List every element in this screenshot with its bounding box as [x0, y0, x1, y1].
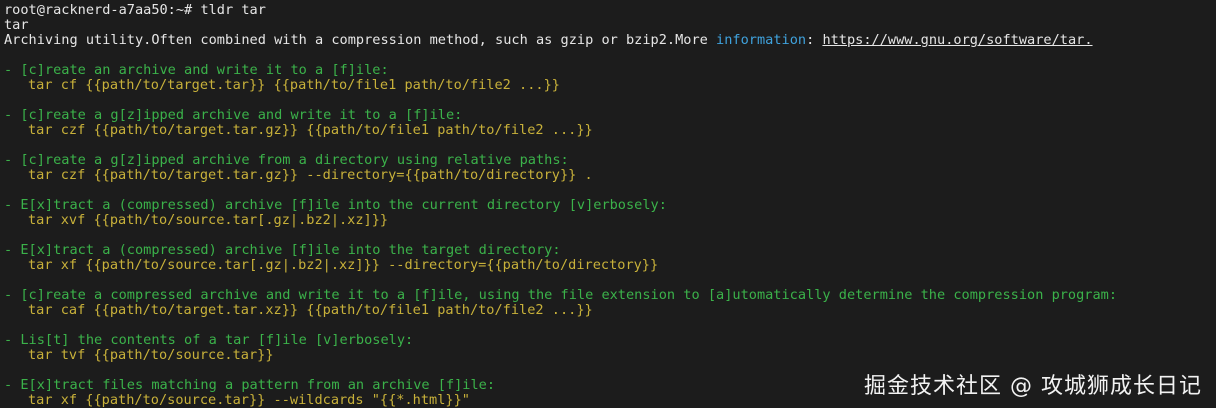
- example-description: - [c]reate a g[z]ipped archive from a di…: [4, 152, 569, 168]
- info-colon: :: [806, 32, 823, 48]
- page-description: Archiving utility.Often combined with a …: [4, 33, 1093, 48]
- example-command: tar czf {{path/to/target.tar.gz}} {{path…: [28, 122, 593, 138]
- example-description: - E[x]tract a (compressed) archive [f]il…: [4, 242, 561, 258]
- example-description: - E[x]tract a (compressed) archive [f]il…: [4, 197, 667, 213]
- example-description: - [c]reate a g[z]ipped archive and write…: [4, 107, 463, 123]
- shell-prompt: root@racknerd-a7aa50:~#: [4, 2, 193, 18]
- example-command: tar xf {{path/to/source.tar[.gz|.bz2|.xz…: [28, 257, 659, 273]
- example-command: tar xvf {{path/to/source.tar[.gz|.bz2|.x…: [28, 212, 389, 228]
- watermark: 掘金技术社区 @ 攻城狮成长日记: [864, 374, 1202, 399]
- example-command: tar tvf {{path/to/source.tar}}: [28, 347, 274, 363]
- terminal-window[interactable]: root@racknerd-a7aa50:~# tldr tar tar Arc…: [0, 0, 1216, 408]
- example-command: tar czf {{path/to/target.tar.gz}} --dire…: [28, 167, 593, 183]
- info-word: information: [716, 32, 807, 48]
- description-text: Archiving utility.Often combined with a …: [4, 32, 717, 48]
- page-name: tar: [4, 17, 29, 33]
- example-command: tar cf {{path/to/target.tar}} {{path/to/…: [28, 77, 560, 93]
- example-command: tar xf {{path/to/source.tar}} --wildcard…: [28, 392, 470, 408]
- typed-command: tldr tar: [200, 2, 266, 18]
- example-description: - [c]reate an archive and write it to a …: [4, 62, 389, 78]
- example-description: - Lis[t] the contents of a tar [f]ile [v…: [4, 332, 414, 348]
- example-description: - E[x]tract files matching a pattern fro…: [4, 377, 496, 393]
- example-command: tar caf {{path/to/target.tar.xz}} {{path…: [28, 302, 593, 318]
- example-description: - [c]reate a compressed archive and writ…: [4, 287, 1118, 303]
- prompt-line: root@racknerd-a7aa50:~# tldr tar: [4, 3, 266, 18]
- info-link[interactable]: https://www.gnu.org/software/tar.: [822, 32, 1092, 48]
